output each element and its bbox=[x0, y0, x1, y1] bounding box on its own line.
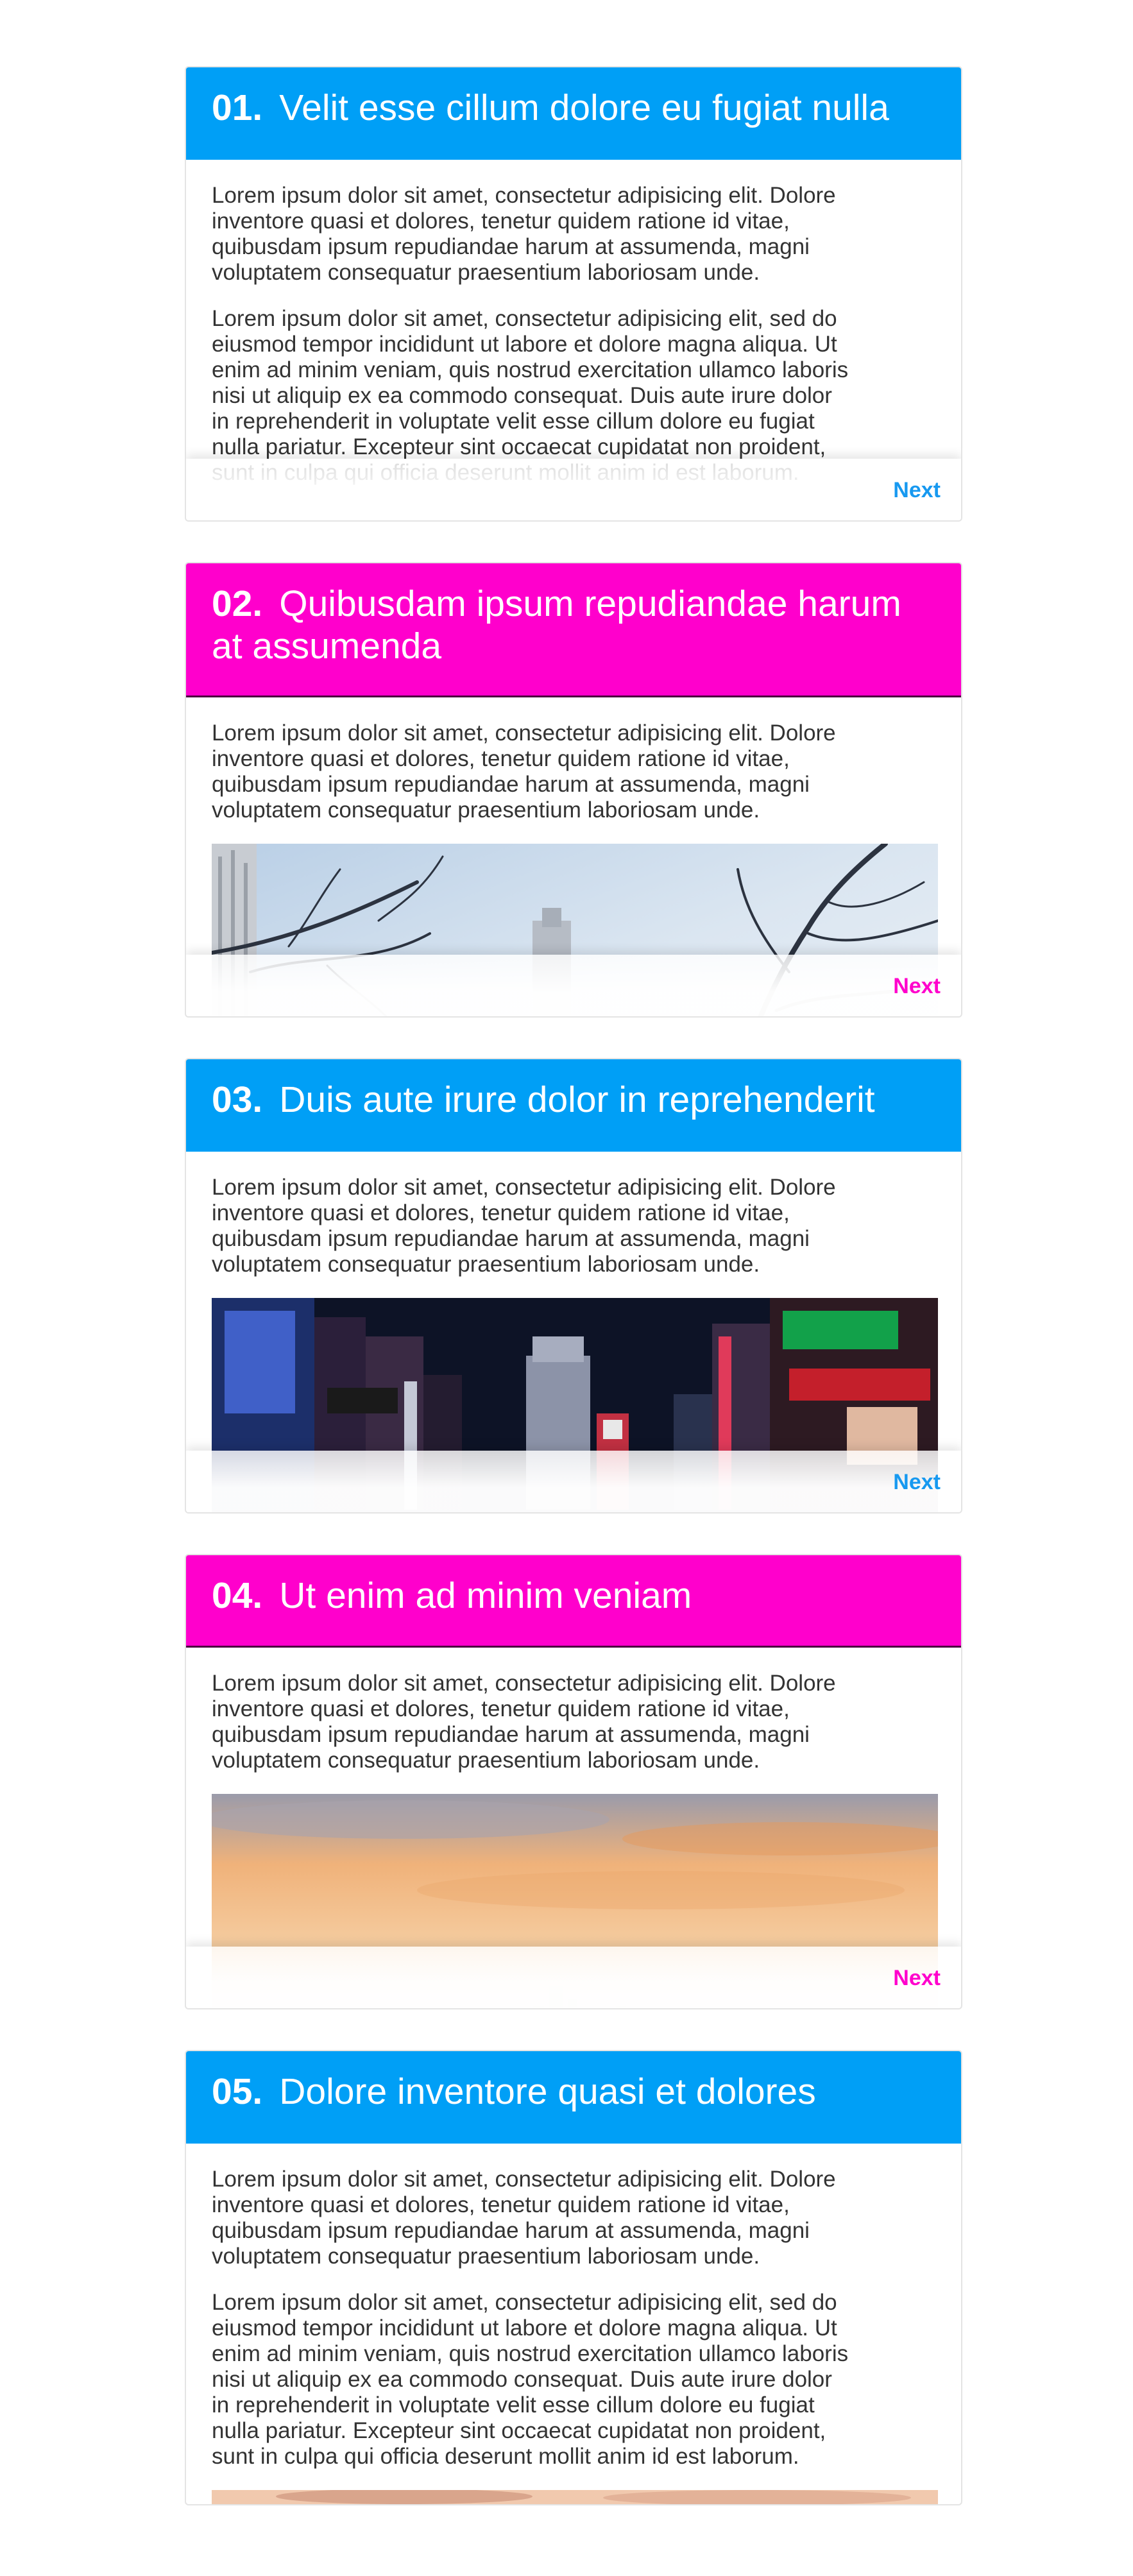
card-title: Duis aute irure dolor in reprehenderit bbox=[279, 1079, 875, 1120]
card-image bbox=[212, 2490, 938, 2504]
card-1: 01. Velit esse cillum dolore eu fugiat nu… bbox=[185, 66, 962, 522]
card-4: 04. Ut enim ad minim veniam Lorem ipsum d… bbox=[185, 1554, 962, 2009]
card-number: 02. bbox=[212, 583, 263, 624]
card-number: 04. bbox=[212, 1575, 263, 1616]
card-title: Quibusdam ipsum repudiandae harum at ass… bbox=[212, 583, 901, 667]
card-paragraph: Lorem ipsum dolor sit amet, consectetur … bbox=[212, 2167, 836, 2269]
card-body: Lorem ipsum dolor sit amet, consectetur … bbox=[186, 2144, 961, 2504]
card-header: 03. Duis aute irure dolor in reprehenderi… bbox=[186, 1059, 961, 1152]
card-5: 05. Dolore inventore quasi et dolores Lor… bbox=[185, 2050, 962, 2505]
next-link[interactable]: Next bbox=[893, 974, 941, 999]
card-paragraph: Lorem ipsum dolor sit amet, consectetur … bbox=[212, 721, 836, 823]
card-paragraph: Lorem ipsum dolor sit amet, consectetur … bbox=[212, 1671, 836, 1773]
card-body: Lorem ipsum dolor sit amet, consectetur … bbox=[186, 160, 961, 486]
next-link[interactable]: Next bbox=[893, 478, 941, 503]
next-link[interactable]: Next bbox=[893, 1470, 941, 1495]
card-header: 05. Dolore inventore quasi et dolores bbox=[186, 2051, 961, 2144]
card-title: Velit esse cillum dolore eu fugiat nulla bbox=[279, 87, 889, 128]
card-footer: Next bbox=[186, 1451, 961, 1512]
next-link[interactable]: Next bbox=[893, 1966, 941, 1991]
card-header: 04. Ut enim ad minim veniam bbox=[186, 1555, 961, 1648]
card-title: Ut enim ad minim veniam bbox=[279, 1575, 692, 1616]
card-number: 05. bbox=[212, 2071, 263, 2112]
card-header: 01. Velit esse cillum dolore eu fugiat nu… bbox=[186, 67, 961, 160]
card-2: 02. Quibusdam ipsum repudiandae harum at … bbox=[185, 562, 962, 1018]
card-paragraph: Lorem ipsum dolor sit amet, consectetur … bbox=[212, 183, 836, 285]
card-number: 03. bbox=[212, 1079, 263, 1120]
card-3: 03. Duis aute irure dolor in reprehenderi… bbox=[185, 1058, 962, 1514]
card-title: Dolore inventore quasi et dolores bbox=[279, 2071, 816, 2112]
card-footer: Next bbox=[186, 955, 961, 1016]
card-footer: Next bbox=[186, 1947, 961, 2008]
card-header: 02. Quibusdam ipsum repudiandae harum at … bbox=[186, 563, 961, 697]
card-number: 01. bbox=[212, 87, 263, 128]
card-paragraph: Lorem ipsum dolor sit amet, consectetur … bbox=[212, 1175, 836, 1277]
card-footer: Next bbox=[186, 459, 961, 520]
card-paragraph: Lorem ipsum dolor sit amet, consectetur … bbox=[212, 2290, 849, 2469]
